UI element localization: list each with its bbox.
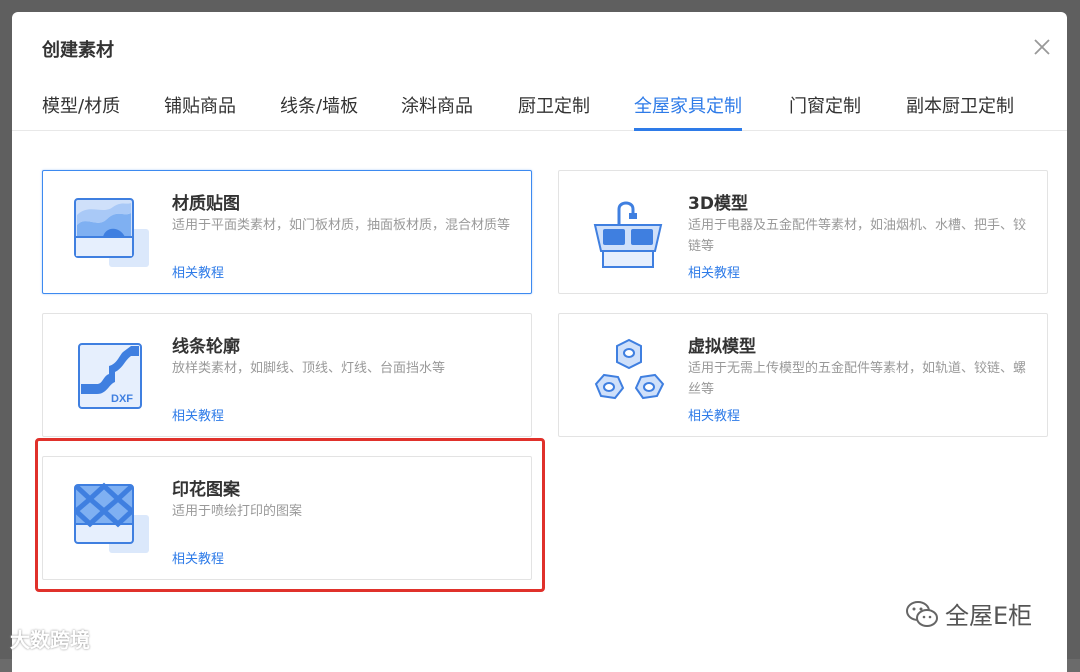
card-print-pattern[interactable]: 印花图案 适用于喷绘打印的图案 相关教程 bbox=[42, 456, 532, 580]
tutorial-link[interactable]: 相关教程 bbox=[688, 262, 740, 281]
print-pattern-icon bbox=[73, 481, 153, 557]
watermark-left-text: 大数跨境 bbox=[10, 628, 90, 652]
tutorial-link[interactable]: 相关教程 bbox=[172, 405, 224, 424]
tab-kitchen-bath-custom[interactable]: 厨卫定制 bbox=[518, 92, 590, 131]
card-description: 适用于平面类素材，如门板材质，抽面板材质，混合材质等 bbox=[172, 218, 511, 233]
card-description: 适用于无需上传模型的五金配件等素材，如轨道、铰链、螺丝等 bbox=[688, 361, 1027, 397]
tab-tiling-products[interactable]: 铺贴商品 bbox=[164, 92, 236, 131]
card-3d-model[interactable]: 3D模型 适用于电器及五金配件等素材，如油烟机、水槽、把手、铰链等 相关教程 bbox=[558, 170, 1048, 294]
card-description: 适用于喷绘打印的图案 bbox=[172, 504, 303, 519]
card-line-profile[interactable]: DXF 线条轮廓 放样类素材，如脚线、顶线、灯线、台面挡水等 相关教程 bbox=[42, 313, 532, 437]
category-tabs: 模型/材质 铺贴商品 线条/墙板 涂料商品 厨卫定制 全屋家具定制 门窗定制 副… bbox=[12, 84, 1067, 131]
card-title: 材质贴图 bbox=[172, 194, 240, 214]
card-title: 印花图案 bbox=[172, 480, 240, 500]
tab-lines-wallboard[interactable]: 线条/墙板 bbox=[280, 92, 358, 131]
dialog-title: 创建素材 bbox=[42, 40, 114, 61]
sink-model-icon bbox=[589, 195, 669, 271]
tutorial-link[interactable]: 相关教程 bbox=[172, 548, 224, 567]
hex-nuts-icon bbox=[589, 338, 669, 414]
watermark-right: 全屋E柜 bbox=[905, 596, 1032, 631]
tab-copy-kitchen-bath[interactable]: 副本厨卫定制 bbox=[906, 92, 1014, 131]
card-title: 线条轮廓 bbox=[172, 337, 240, 357]
watermark-left: 大数跨境 bbox=[10, 624, 90, 653]
tutorial-link[interactable]: 相关教程 bbox=[172, 262, 224, 281]
card-title: 3D模型 bbox=[688, 194, 748, 214]
dxf-profile-icon: DXF bbox=[73, 338, 153, 414]
watermark-right-text: 全屋E柜 bbox=[945, 602, 1033, 630]
tutorial-link[interactable]: 相关教程 bbox=[688, 405, 740, 424]
card-description: 适用于电器及五金配件等素材，如油烟机、水槽、把手、铰链等 bbox=[688, 218, 1027, 254]
close-icon[interactable] bbox=[1031, 36, 1053, 58]
texture-map-icon bbox=[73, 195, 153, 271]
card-title: 虚拟模型 bbox=[688, 337, 756, 357]
dxf-badge: DXF bbox=[111, 393, 133, 405]
wechat-icon bbox=[906, 600, 938, 627]
tab-paint-products[interactable]: 涂料商品 bbox=[401, 92, 473, 131]
card-texture-map[interactable]: 材质贴图 适用于平面类素材，如门板材质，抽面板材质，混合材质等 相关教程 bbox=[42, 170, 532, 294]
card-description: 放样类素材，如脚线、顶线、灯线、台面挡水等 bbox=[172, 361, 446, 376]
create-material-dialog: 创建素材 模型/材质 铺贴商品 线条/墙板 涂料商品 厨卫定制 全屋家具定制 门… bbox=[12, 12, 1067, 672]
tab-whole-house-furniture[interactable]: 全屋家具定制 bbox=[634, 92, 742, 131]
card-virtual-model[interactable]: 虚拟模型 适用于无需上传模型的五金配件等素材，如轨道、铰链、螺丝等 相关教程 bbox=[558, 313, 1048, 437]
tab-model-material[interactable]: 模型/材质 bbox=[42, 92, 120, 131]
tab-doors-windows[interactable]: 门窗定制 bbox=[789, 92, 861, 131]
